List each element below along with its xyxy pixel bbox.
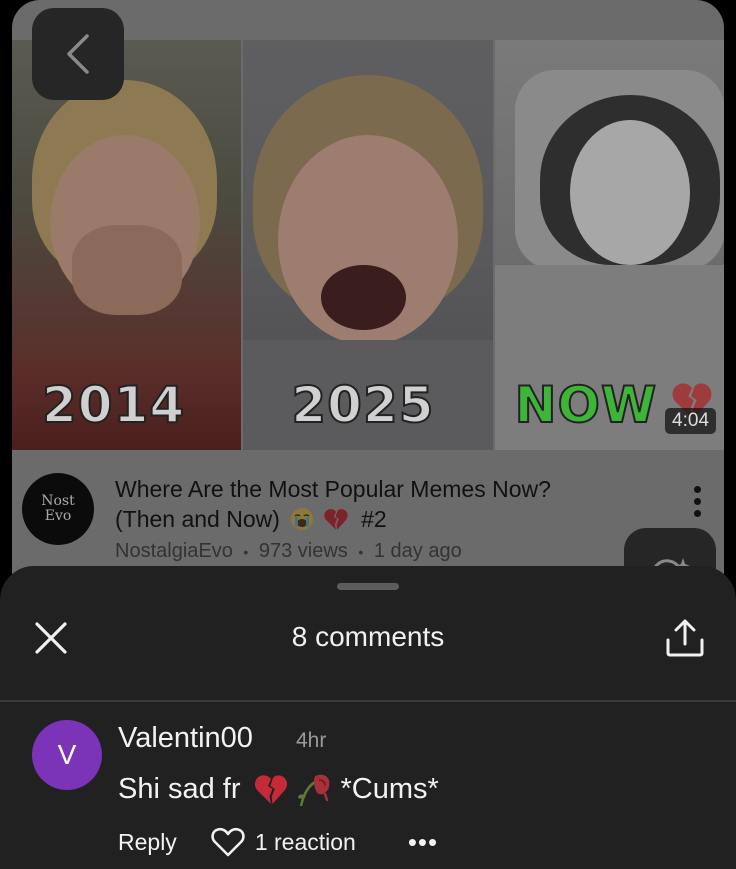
comment-more-button[interactable]: •••	[408, 829, 438, 855]
channel-avatar-text-1: Nost	[41, 493, 75, 509]
video-title-line2: (Then and Now)	[115, 506, 280, 532]
reaction-count: 1 reaction	[254, 828, 356, 855]
view-count: 973 views	[258, 540, 348, 562]
commenter-avatar[interactable]: V	[32, 720, 102, 790]
comment-timestamp: 4hr	[296, 729, 327, 752]
video-duration: 4:04	[665, 408, 717, 434]
thumbnail-panel-now: NOW 4:04	[494, 40, 724, 450]
crying-face-icon	[291, 508, 314, 530]
wilted-rose-icon	[297, 774, 329, 807]
heart-outline-icon	[211, 827, 245, 857]
back-button[interactable]	[32, 8, 124, 100]
video-thumbnail[interactable]: 2014 2025 NOW 4:04	[12, 40, 724, 450]
sheet-drag-handle[interactable]	[337, 583, 399, 590]
channel-name[interactable]: NostalgiaEvo	[115, 540, 233, 562]
year-label-2025: 2025	[290, 375, 435, 435]
share-icon	[666, 619, 704, 657]
broken-heart-icon	[324, 509, 348, 530]
comment-text: Shi sad fr *Cums*	[118, 770, 439, 808]
channel-avatar[interactable]: Nost Evo	[22, 473, 94, 545]
year-label-2014: 2014	[41, 375, 186, 435]
video-card[interactable]: 2014 2025 NOW 4:04 Nost Evo Where Are th…	[12, 0, 724, 640]
upload-age: 1 day ago	[373, 540, 462, 562]
meta-separator: •	[358, 544, 364, 560]
back-icon	[67, 34, 89, 74]
video-menu-button[interactable]	[694, 486, 702, 522]
video-title-line1: Where Are the Most Popular Memes Now?	[115, 476, 551, 502]
video-title[interactable]: Where Are the Most Popular Memes Now? (T…	[115, 474, 615, 534]
comments-sheet: 8 comments V Valentin00 4hr Shi sad fr *	[0, 566, 736, 869]
comment-text-start: Shi sad fr	[118, 772, 241, 805]
reply-button[interactable]: Reply	[118, 829, 177, 856]
comment-item: V Valentin00 4hr Shi sad fr *Cums* Reply	[0, 702, 736, 869]
comments-count-title: 8 comments	[291, 621, 445, 652]
comment-actions: Reply 1 reaction •••	[118, 826, 438, 858]
broken-heart-icon	[254, 775, 287, 804]
commenter-username[interactable]: Valentin00	[118, 722, 253, 755]
meta-separator: •	[243, 544, 249, 560]
share-button[interactable]	[664, 617, 706, 659]
thumbnail-panel-2025: 2025	[243, 40, 493, 450]
channel-avatar-text-2: Evo	[44, 508, 72, 524]
year-label-now: NOW	[514, 375, 658, 435]
comment-text-end: *Cums*	[340, 772, 439, 805]
video-title-suffix: #2	[361, 506, 387, 532]
thumbnail-panel-2014: 2014	[12, 40, 242, 450]
video-meta: NostalgiaEvo • 973 views • 1 day ago	[115, 540, 462, 563]
reaction-button[interactable]: 1 reaction	[211, 827, 356, 857]
